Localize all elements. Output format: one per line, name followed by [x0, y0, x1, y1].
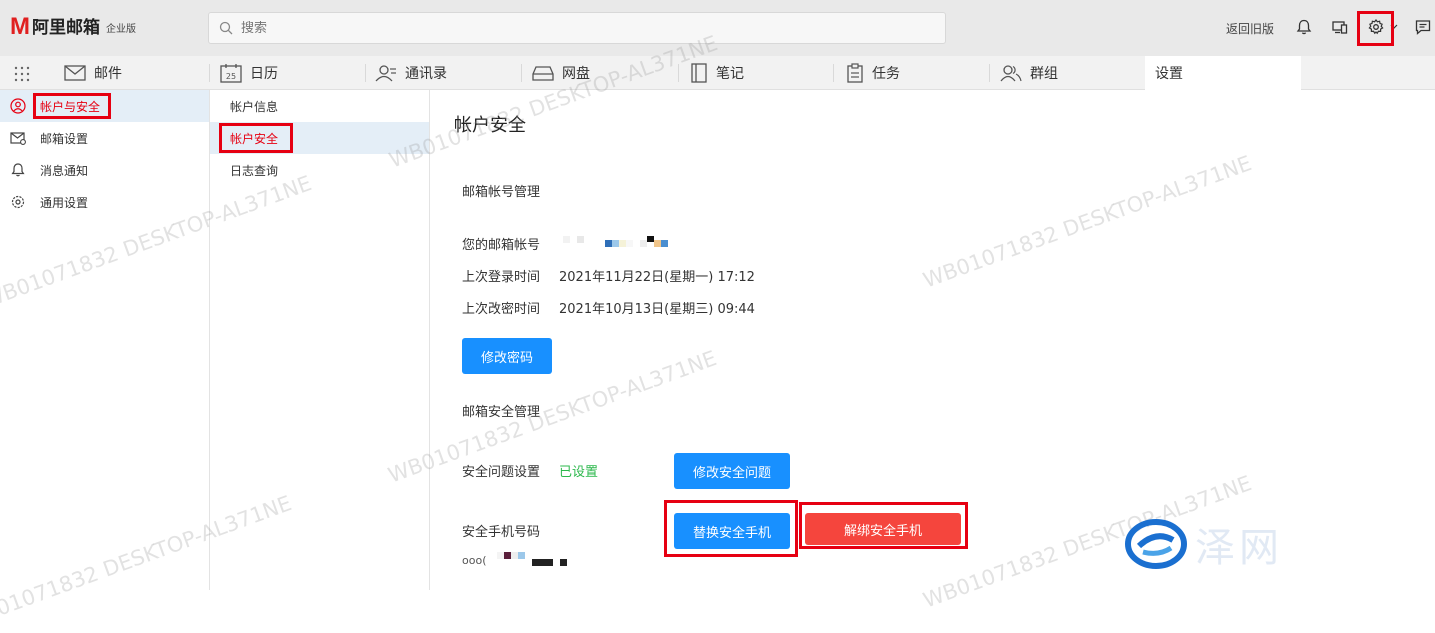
sidebar-item-label: 通用设置	[40, 195, 89, 210]
site-watermark-text: 泽网	[1195, 525, 1283, 571]
gear-icon	[11, 195, 25, 209]
tab-contacts[interactable]: 通讯录	[375, 56, 447, 90]
tab-notes-label: 笔记	[716, 66, 744, 82]
change-password-button[interactable]: 修改密码	[462, 338, 552, 374]
nav-divider	[365, 64, 366, 82]
nav-divider	[678, 64, 679, 82]
sidebar-item-general[interactable]: 通用设置	[0, 186, 209, 218]
tab-drive[interactable]: 网盘	[532, 56, 590, 90]
security-question-label: 安全问题设置	[462, 465, 541, 480]
settings-highlight-box	[1357, 11, 1394, 46]
nav-divider	[833, 64, 834, 82]
sidebar-item-label: 消息通知	[40, 163, 89, 178]
nav-divider	[989, 64, 990, 82]
tab-mail-label: 邮件	[94, 66, 122, 82]
last-password-change-label: 上次改密时间	[462, 302, 541, 317]
subnav-item-label: 帐户信息	[230, 99, 279, 114]
tab-notes[interactable]: 笔记	[690, 56, 744, 90]
tab-settings-label: 设置	[1155, 66, 1183, 82]
nav-divider	[521, 64, 522, 82]
tab-group-label: 群组	[1030, 66, 1058, 82]
tab-calendar[interactable]: 25 日历	[220, 56, 278, 90]
change-security-question-button[interactable]: 修改安全问题	[674, 453, 790, 489]
settings-subnav: 帐户信息 帐户安全 日志查询	[210, 90, 430, 590]
subnav-item-account-info[interactable]: 帐户信息	[210, 90, 429, 122]
user-circle-icon	[10, 98, 26, 114]
notes-icon	[691, 63, 707, 83]
sidebar-item-label: 邮箱设置	[40, 131, 89, 146]
last-password-change-value: 2021年10月13日(星期三) 09:44	[559, 302, 755, 317]
logo-mark: M	[10, 13, 30, 40]
site-logo-icon	[1125, 519, 1187, 569]
drive-icon	[532, 66, 554, 81]
masked-account-value	[563, 236, 668, 247]
logo-name: 阿里邮箱	[32, 18, 100, 38]
calendar-icon: 25	[220, 64, 242, 83]
security-question-status: 已设置	[559, 465, 599, 480]
search-icon	[219, 21, 233, 35]
subnav-item-log-query[interactable]: 日志查询	[210, 154, 429, 186]
devices-icon[interactable]	[1331, 18, 1349, 36]
app-logo[interactable]: M 阿里邮箱 企业版	[10, 15, 136, 39]
security-phone-label: 安全手机号码	[462, 525, 541, 540]
account-label: 您的邮箱帐号	[462, 238, 541, 253]
group-icon	[1000, 65, 1022, 82]
contacts-icon	[375, 65, 396, 82]
bell-icon[interactable]	[1295, 18, 1313, 36]
security-phone-prefix: ooo(	[462, 554, 487, 567]
site-watermark-logo: 泽网	[1125, 515, 1283, 573]
tab-tasks-label: 任务	[872, 66, 900, 82]
tab-group[interactable]: 群组	[1000, 56, 1058, 90]
nav-divider	[209, 64, 210, 82]
replace-phone-highlight-box	[664, 500, 798, 557]
search-box[interactable]	[208, 12, 946, 44]
apps-grid-icon[interactable]	[13, 65, 31, 83]
subnav-highlight-box	[219, 123, 293, 153]
tab-calendar-label: 日历	[250, 66, 278, 82]
calendar-day-number: 25	[226, 72, 236, 81]
tab-drive-label: 网盘	[562, 66, 590, 82]
tab-settings[interactable]: 设置	[1145, 56, 1301, 90]
last-login-value: 2021年11月22日(星期一) 17:12	[559, 270, 755, 285]
subnav-item-label: 日志查询	[230, 163, 279, 178]
mail-icon	[64, 65, 86, 81]
main-content: 帐户安全 邮箱帐号管理 您的邮箱帐号 上次登录时间 2021年11月22日(星期…	[431, 90, 1435, 590]
tasks-icon	[847, 63, 863, 83]
feedback-icon[interactable]	[1414, 18, 1432, 36]
old-version-link[interactable]: 返回旧版	[1226, 20, 1274, 37]
mail-settings-icon	[10, 132, 26, 145]
tab-mail[interactable]: 邮件	[64, 56, 122, 90]
section-title-account: 邮箱帐号管理	[462, 185, 541, 200]
search-input[interactable]	[241, 20, 921, 36]
tab-contacts-label: 通讯录	[405, 66, 447, 82]
top-bar: M 阿里邮箱 企业版 返回旧版	[0, 0, 1435, 56]
section-title-security: 邮箱安全管理	[462, 405, 541, 420]
app-nav-bar: 邮件 25 日历 通讯录 网盘 笔记 任务 群组 设置	[0, 56, 1435, 90]
settings-sidebar: 帐户与安全 邮箱设置 消息通知 通用设置	[0, 90, 210, 590]
last-login-label: 上次登录时间	[462, 270, 541, 285]
tab-tasks[interactable]: 任务	[846, 56, 900, 90]
masked-phone-value	[497, 552, 567, 566]
sidebar-highlight-box	[33, 93, 111, 119]
bell-icon	[11, 163, 25, 177]
logo-edition: 企业版	[106, 24, 136, 35]
sidebar-item-notifications[interactable]: 消息通知	[0, 154, 209, 186]
page-title: 帐户安全	[454, 115, 526, 136]
sidebar-item-mailbox-settings[interactable]: 邮箱设置	[0, 122, 209, 154]
unbind-phone-highlight-box	[799, 502, 968, 549]
